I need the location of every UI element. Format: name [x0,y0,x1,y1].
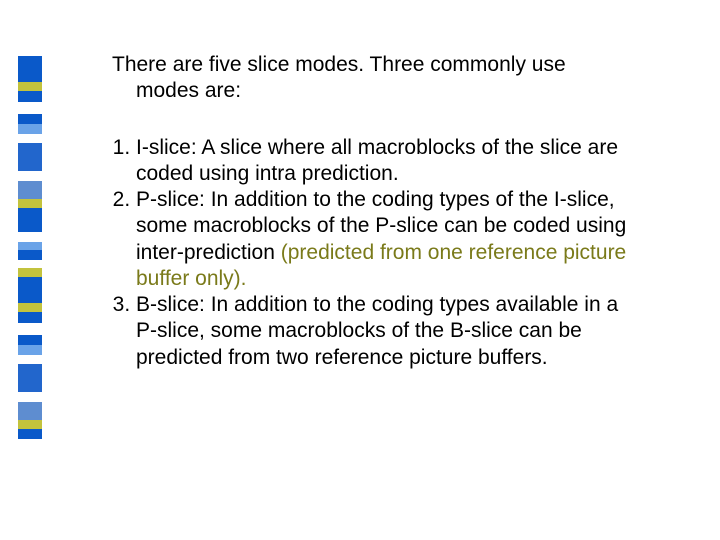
stripe [18,232,42,242]
stripe [18,143,42,171]
list-item: I-slice: A slice where all macroblocks o… [136,135,630,188]
stripe [18,429,42,439]
stripe [18,364,42,392]
item-prefix: B-slice: [136,293,211,316]
stripe [18,91,42,102]
stripe [18,250,42,260]
stripe [18,102,42,114]
stripe [18,260,42,268]
stripe [18,268,42,277]
stripe [18,208,42,232]
stripe [18,114,42,124]
stripe [18,56,42,82]
stripe [18,312,42,323]
stripe [18,392,42,402]
intro-text: There are five slice modes. Three common… [100,52,630,105]
stripe [18,181,42,199]
decorative-stripes [18,56,42,439]
stripe [18,124,42,134]
list-item: B-slice: In addition to the coding types… [136,292,630,371]
stripe [18,323,42,335]
intro-line-1: There are five slice modes. Three common… [112,53,566,76]
slide-content: There are five slice modes. Three common… [100,52,630,371]
item-prefix: I-slice: [136,136,201,159]
stripe [18,345,42,355]
stripe [18,82,42,91]
item-prefix: P-slice: [136,188,211,211]
stripe [18,134,42,143]
stripe [18,242,42,250]
intro-line-2: modes are: [112,79,241,102]
stripe [18,420,42,429]
stripe [18,402,42,420]
stripe [18,199,42,208]
mode-list: I-slice: A slice where all macroblocks o… [100,135,630,371]
list-item: P-slice: In addition to the coding types… [136,187,630,292]
stripe [18,277,42,303]
item-body: A slice where all macroblocks of the sli… [136,136,618,185]
stripe [18,303,42,312]
stripe [18,171,42,181]
stripe [18,335,42,345]
stripe [18,355,42,364]
slide: There are five slice modes. Three common… [0,0,720,540]
